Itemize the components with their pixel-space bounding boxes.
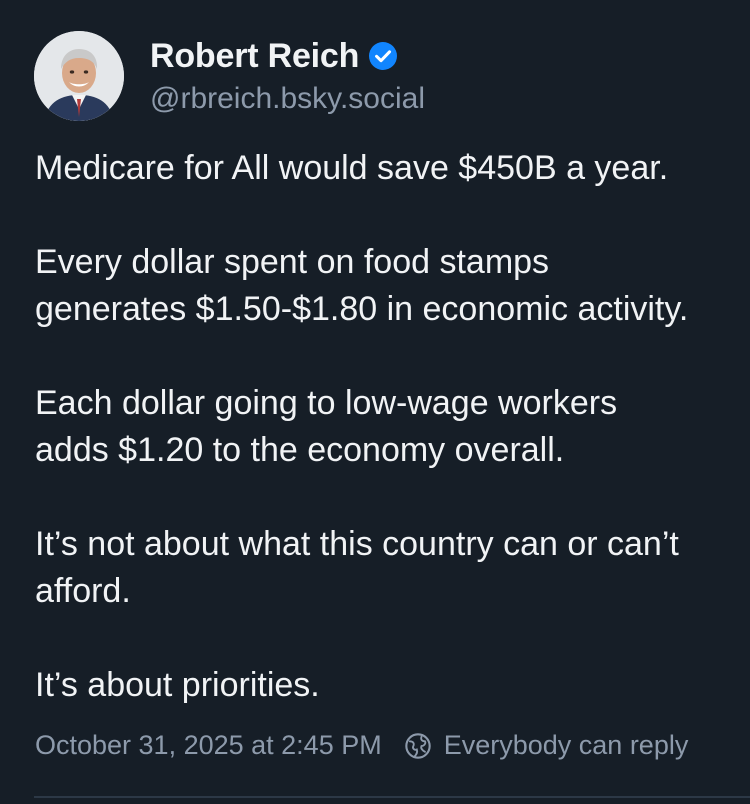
post-divider xyxy=(34,796,750,798)
post-timestamp: October 31, 2025 at 2:45 PM xyxy=(35,730,382,760)
reply-setting: Everybody can reply xyxy=(404,730,689,761)
avatar-photo-icon xyxy=(34,31,124,121)
globe-icon xyxy=(404,732,432,760)
reply-setting-label: Everybody can reply xyxy=(443,730,689,760)
post-body-text: Medicare for All would save $450B a year… xyxy=(35,149,689,704)
verified-check-icon[interactable] xyxy=(369,42,398,70)
author-handle[interactable]: @rbreich.bsky.social xyxy=(150,82,425,116)
post-thread-view: Robert Reich @rbreich.bsky.social Medica… xyxy=(0,0,750,804)
author-avatar[interactable] xyxy=(34,31,124,121)
author-display-name[interactable]: Robert Reich xyxy=(150,37,359,76)
post-meta: October 31, 2025 at 2:45 PM Everybody ca… xyxy=(35,730,688,761)
post-author-header: Robert Reich @rbreich.bsky.social xyxy=(34,31,425,121)
display-name-row: Robert Reich xyxy=(150,37,425,76)
author-names: Robert Reich @rbreich.bsky.social xyxy=(150,37,425,116)
